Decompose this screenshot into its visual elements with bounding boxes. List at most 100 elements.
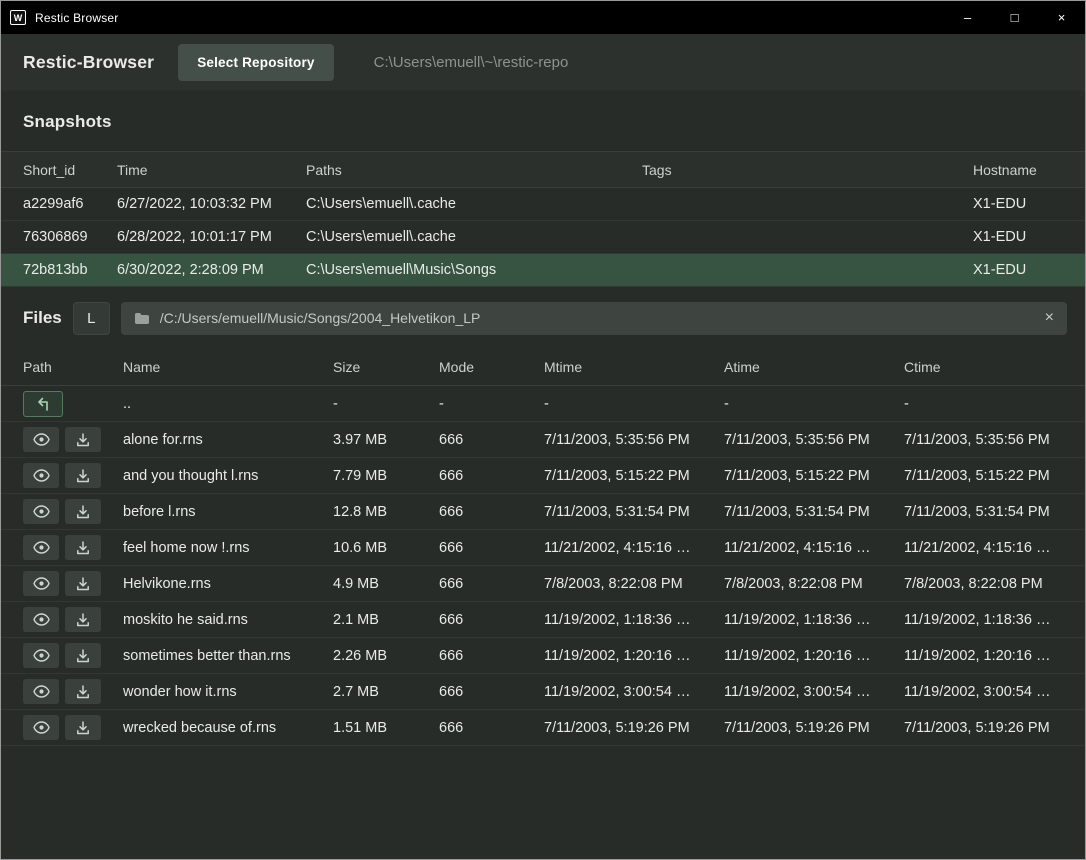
file-atime: 11/21/2002, 4:15:16 … (724, 540, 904, 556)
file-name: Helvikone.rns (123, 576, 333, 592)
column-ctime: Ctime (904, 359, 1085, 375)
eye-icon (33, 541, 50, 554)
file-ctime: 7/8/2003, 8:22:08 PM (904, 576, 1085, 592)
list-view-button[interactable]: L (73, 302, 110, 335)
column-path: Path (23, 359, 123, 375)
snapshot-short-id: 72b813bb (23, 262, 117, 278)
download-icon (76, 649, 90, 663)
file-mtime: 7/11/2003, 5:19:26 PM (544, 720, 724, 736)
folder-icon (134, 312, 150, 325)
file-mode: 666 (439, 720, 544, 736)
snapshot-paths: C:\Users\emuell\.cache (306, 229, 642, 245)
file-mtime: 11/19/2002, 3:00:54 … (544, 684, 724, 700)
file-mode: 666 (439, 576, 544, 592)
preview-button[interactable] (23, 499, 59, 524)
file-size: 2.7 MB (333, 684, 439, 700)
maximize-button[interactable]: □ (991, 1, 1038, 34)
file-ctime: 11/19/2002, 1:20:16 … (904, 648, 1085, 664)
file-path-text: /C:/Users/emuell/Music/Songs/2004_Helvet… (160, 310, 481, 326)
restic-browser-window: W Restic Browser – □ × Restic-Browser Se… (0, 0, 1086, 860)
preview-button[interactable] (23, 715, 59, 740)
snapshot-hostname: X1-EDU (973, 196, 1085, 212)
file-mode: 666 (439, 540, 544, 556)
select-repository-button[interactable]: Select Repository (178, 44, 333, 81)
file-mode: 666 (439, 468, 544, 484)
file-row: sometimes better than.rns 2.26 MB 666 11… (1, 638, 1085, 674)
eye-icon (33, 469, 50, 482)
download-button[interactable] (65, 607, 101, 632)
preview-button[interactable] (23, 571, 59, 596)
download-button[interactable] (65, 571, 101, 596)
download-icon (76, 721, 90, 735)
file-path-bar[interactable]: /C:/Users/emuell/Music/Songs/2004_Helvet… (121, 302, 1067, 335)
file-name: wrecked because of.rns (123, 720, 333, 736)
app-title: Restic-Browser (23, 52, 154, 73)
file-actions (23, 463, 123, 488)
file-name: feel home now !.rns (123, 540, 333, 556)
snapshot-time: 6/30/2022, 2:28:09 PM (117, 262, 306, 278)
file-size: 12.8 MB (333, 504, 439, 520)
snapshot-row[interactable]: a2299af6 6/27/2022, 10:03:32 PM C:\Users… (1, 188, 1085, 221)
file-mtime: 7/11/2003, 5:35:56 PM (544, 432, 724, 448)
preview-button[interactable] (23, 463, 59, 488)
snapshot-paths: C:\Users\emuell\.cache (306, 196, 642, 212)
file-ctime: 11/21/2002, 4:15:16 … (904, 540, 1085, 556)
file-mode: 666 (439, 504, 544, 520)
eye-icon (33, 433, 50, 446)
snapshot-row-selected[interactable]: 72b813bb 6/30/2022, 2:28:09 PM C:\Users\… (1, 254, 1085, 287)
file-ctime: 7/11/2003, 5:19:26 PM (904, 720, 1085, 736)
file-mode: 666 (439, 612, 544, 628)
file-mtime: 11/19/2002, 1:18:36 … (544, 612, 724, 628)
file-ctime: 11/19/2002, 3:00:54 … (904, 684, 1085, 700)
file-ctime: 7/11/2003, 5:15:22 PM (904, 468, 1085, 484)
titlebar: W Restic Browser – □ × (1, 1, 1085, 34)
file-mtime: 7/11/2003, 5:31:54 PM (544, 504, 724, 520)
file-mode: 666 (439, 684, 544, 700)
app-window-icon: W (10, 10, 26, 25)
file-actions (23, 643, 123, 668)
column-tags: Tags (642, 162, 973, 178)
file-row: moskito he said.rns 2.1 MB 666 11/19/200… (1, 602, 1085, 638)
preview-button[interactable] (23, 643, 59, 668)
snapshot-row[interactable]: 76306869 6/28/2022, 10:01:17 PM C:\Users… (1, 221, 1085, 254)
file-atime: 11/19/2002, 1:20:16 … (724, 648, 904, 664)
download-button[interactable] (65, 499, 101, 524)
clear-path-button[interactable]: × (1045, 310, 1054, 326)
file-mtime: 7/8/2003, 8:22:08 PM (544, 576, 724, 592)
download-button[interactable] (65, 643, 101, 668)
download-button[interactable] (65, 679, 101, 704)
download-icon (76, 577, 90, 591)
download-icon (76, 505, 90, 519)
file-actions (23, 427, 123, 452)
snapshot-short-id: a2299af6 (23, 196, 117, 212)
file-ctime: 11/19/2002, 1:18:36 … (904, 612, 1085, 628)
file-actions (23, 715, 123, 740)
file-atime: 7/11/2003, 5:35:56 PM (724, 432, 904, 448)
download-icon (76, 469, 90, 483)
file-size: 10.6 MB (333, 540, 439, 556)
eye-icon (33, 613, 50, 626)
files-bar: Files L /C:/Users/emuell/Music/Songs/200… (23, 301, 1067, 335)
file-ctime: - (904, 396, 1085, 412)
column-name: Name (123, 359, 333, 375)
download-icon (76, 433, 90, 447)
preview-button[interactable] (23, 535, 59, 560)
close-button[interactable]: × (1038, 1, 1085, 34)
snapshot-time: 6/27/2022, 10:03:32 PM (117, 196, 306, 212)
file-actions (23, 679, 123, 704)
file-atime: 11/19/2002, 3:00:54 … (724, 684, 904, 700)
file-row: and you thought l.rns 7.79 MB 666 7/11/2… (1, 458, 1085, 494)
preview-button[interactable] (23, 607, 59, 632)
snapshots-table-header: Short_id Time Paths Tags Hostname (1, 151, 1085, 188)
preview-button[interactable] (23, 679, 59, 704)
download-button[interactable] (65, 535, 101, 560)
download-icon (76, 685, 90, 699)
preview-button[interactable] (23, 427, 59, 452)
file-mode: 666 (439, 432, 544, 448)
minimize-button[interactable]: – (944, 1, 991, 34)
file-atime: 7/11/2003, 5:15:22 PM (724, 468, 904, 484)
download-button[interactable] (65, 427, 101, 452)
download-button[interactable] (65, 463, 101, 488)
download-button[interactable] (65, 715, 101, 740)
up-directory-button[interactable] (23, 391, 63, 417)
